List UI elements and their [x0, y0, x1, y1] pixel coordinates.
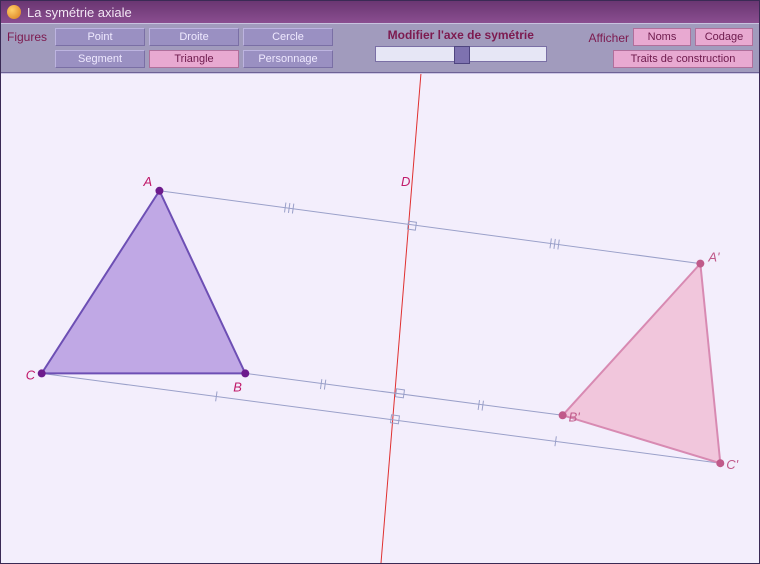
equal-length-ticks [216, 203, 560, 447]
axis-modifier-group: Modifier l'axe de symétrie [341, 28, 581, 62]
point-c-prime[interactable] [716, 459, 724, 467]
modifier-axis-label: Modifier l'axe de symétrie [388, 28, 534, 42]
label-a: A [142, 174, 152, 189]
label-d: D [401, 174, 410, 189]
label-b-prime: B' [569, 409, 581, 424]
app-logo-icon [7, 5, 21, 19]
label-a-prime: A' [707, 250, 720, 265]
symmetry-axis[interactable] [381, 74, 421, 563]
label-c-prime: C' [726, 457, 738, 472]
droite-button[interactable]: Droite [149, 28, 239, 46]
triangle-abc-prime[interactable] [563, 264, 721, 464]
title-bar: La symétrie axiale [1, 1, 759, 23]
point-b-prime[interactable] [559, 411, 567, 419]
slider-thumb-icon[interactable] [454, 46, 470, 64]
figure-buttons-grid: Point Droite Cercle Segment Triangle Per… [55, 28, 333, 68]
point-b[interactable] [241, 369, 249, 377]
segment-button[interactable]: Segment [55, 50, 145, 68]
figures-group-label: Figures [7, 28, 47, 44]
label-c: C [26, 367, 36, 382]
triangle-button[interactable]: Triangle [149, 50, 239, 68]
noms-button[interactable]: Noms [633, 28, 691, 46]
triangle-abc[interactable] [42, 191, 246, 374]
display-options-group: Afficher Noms Codage Traits de construct… [589, 28, 753, 68]
personnage-button[interactable]: Personnage [243, 50, 333, 68]
point-a-prime[interactable] [696, 260, 704, 268]
cercle-button[interactable]: Cercle [243, 28, 333, 46]
geometry-canvas[interactable]: A B C D A' B' C' [1, 73, 759, 563]
afficher-label: Afficher [589, 29, 629, 45]
traits-construction-button[interactable]: Traits de construction [613, 50, 753, 68]
point-button[interactable]: Point [55, 28, 145, 46]
point-a[interactable] [155, 187, 163, 195]
axis-slider[interactable] [375, 46, 547, 62]
codage-button[interactable]: Codage [695, 28, 753, 46]
construction-line-a [159, 191, 700, 264]
geometry-svg: A B C D A' B' C' [1, 74, 759, 563]
window-title: La symétrie axiale [27, 5, 132, 20]
toolbar: Figures Point Droite Cercle Segment Tria… [1, 23, 759, 73]
label-b: B [233, 379, 242, 394]
point-c[interactable] [38, 369, 46, 377]
